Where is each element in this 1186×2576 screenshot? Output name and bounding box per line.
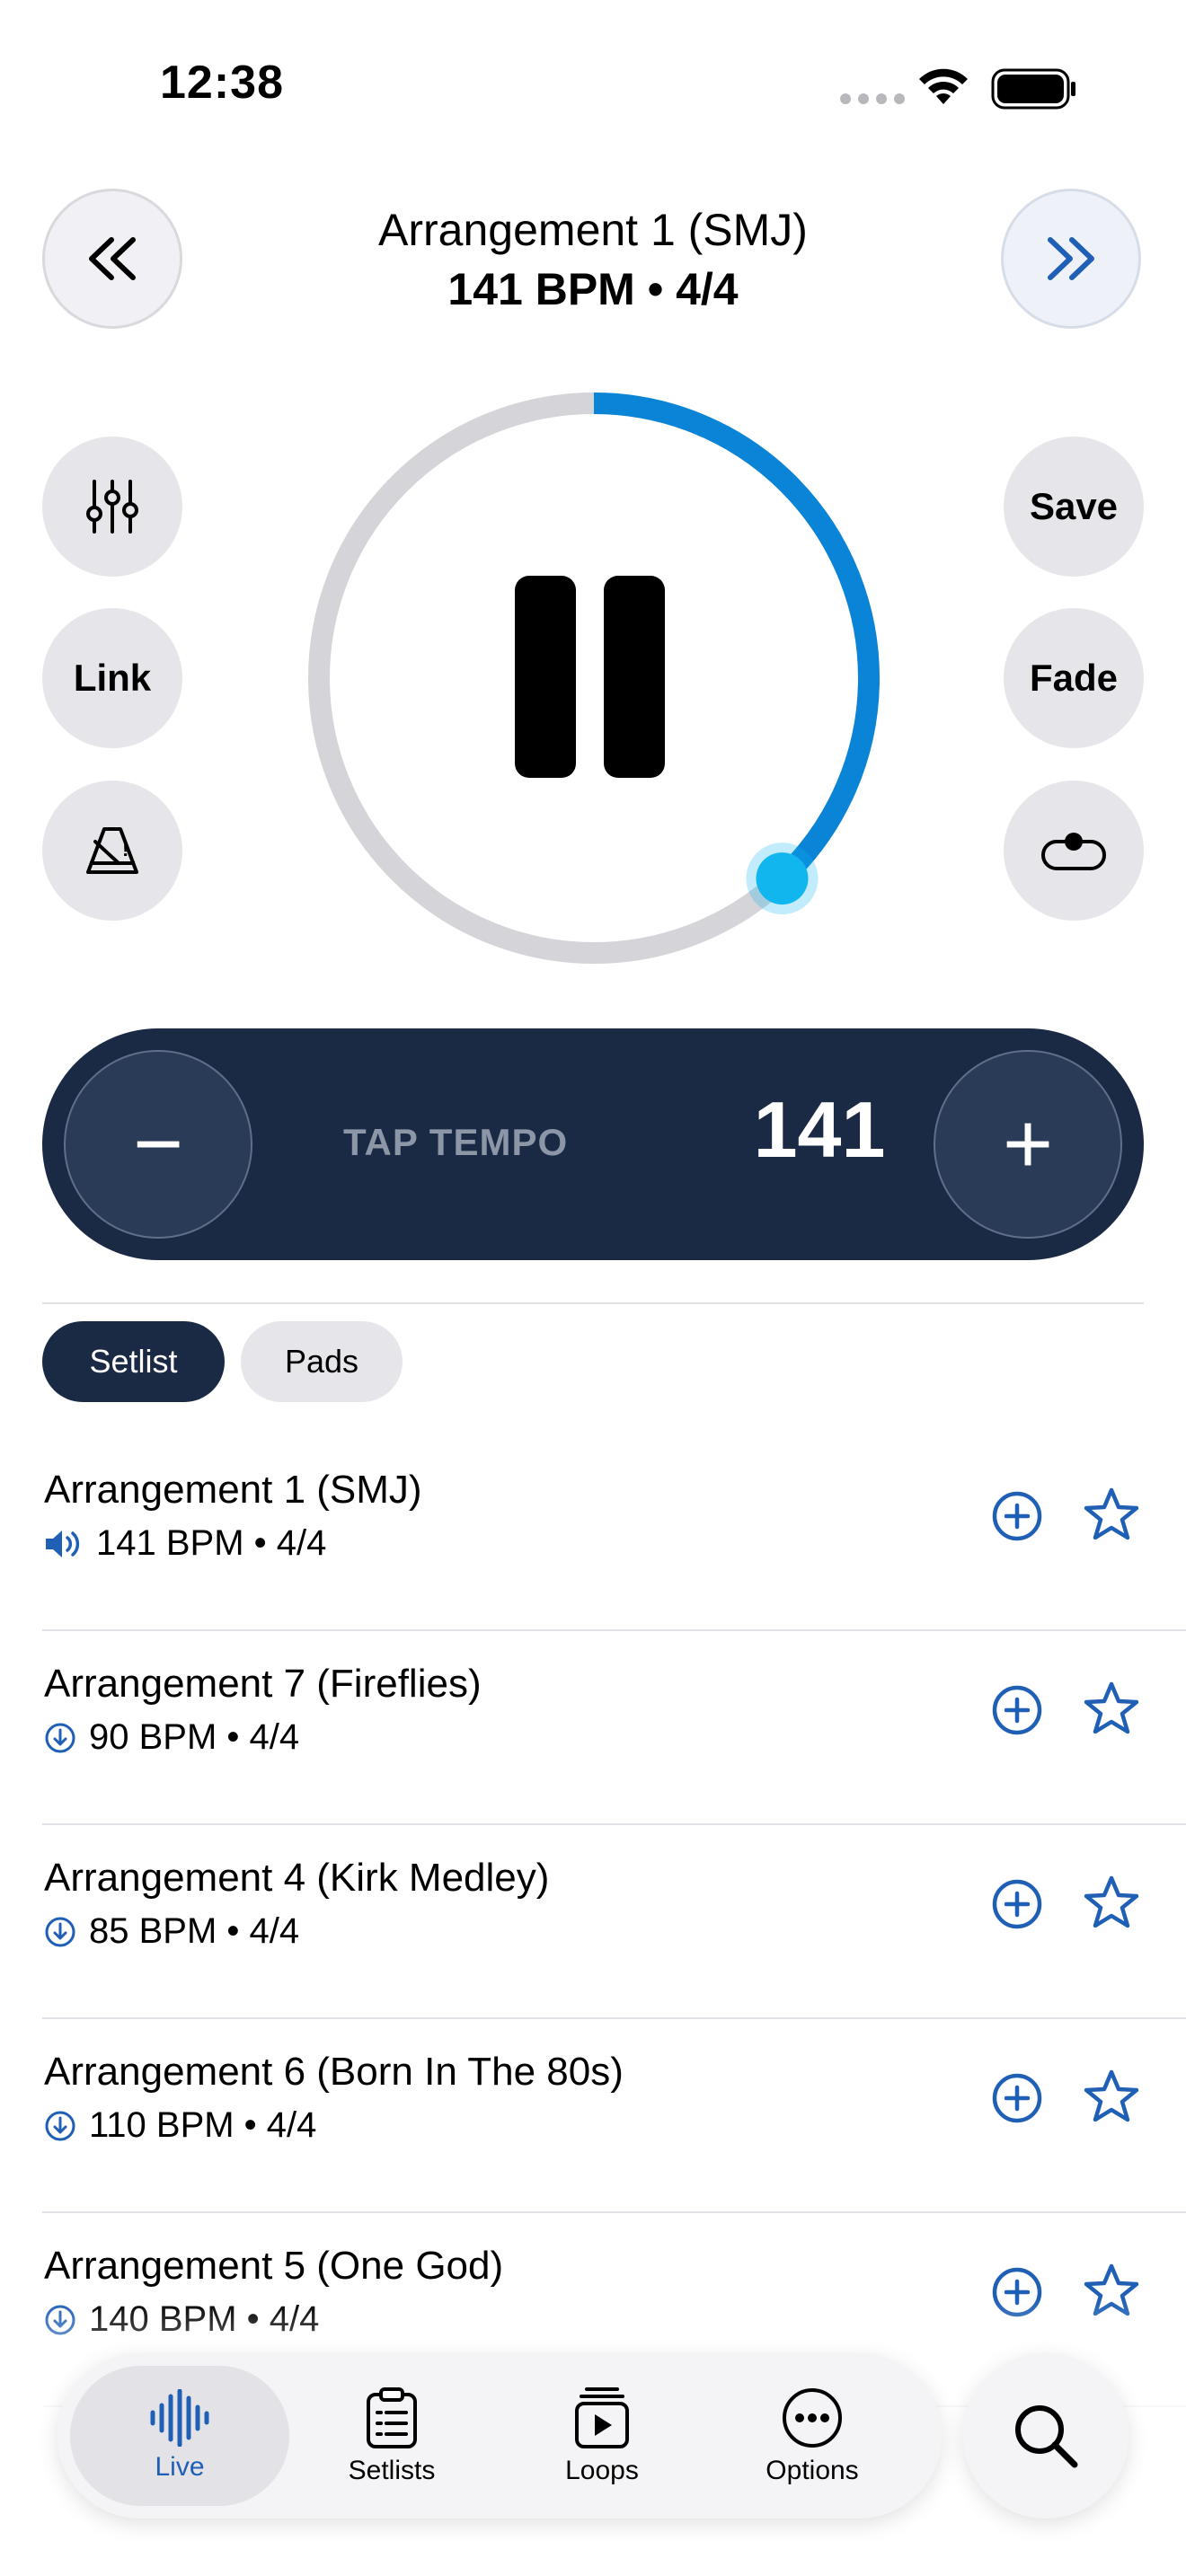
more-options-icon: [783, 2388, 842, 2448]
setlist-row-meta: 110 BPM • 4/4: [44, 2105, 316, 2146]
battery-icon: [991, 68, 1075, 110]
download-icon: [45, 2111, 75, 2140]
plus-circle-icon: [992, 2073, 1042, 2123]
setlist-row-bpm: 141 BPM • 4/4: [96, 1523, 327, 1563]
search-button[interactable]: [963, 2353, 1128, 2519]
plus-circle-icon: [992, 1685, 1042, 1735]
double-chevron-right-icon: [1048, 237, 1094, 280]
tempo-increase-button[interactable]: +: [934, 1050, 1122, 1239]
minus-icon: −: [132, 1096, 184, 1192]
tempo-decrease-button[interactable]: −: [64, 1050, 252, 1239]
song-title-block: Arrangement 1 (SMJ) 141 BPM • 4/4: [234, 201, 952, 320]
plus-circle-icon: [992, 1879, 1042, 1929]
song-title: Arrangement 1 (SMJ): [378, 205, 808, 255]
plus-circle-icon: [992, 1491, 1042, 1541]
fade-button[interactable]: Fade: [1004, 608, 1144, 748]
segment-pads[interactable]: Pads: [241, 1321, 403, 1402]
double-chevron-left-icon: [89, 237, 136, 280]
tab-loops-label: Loops: [565, 2456, 639, 2485]
favorite-button[interactable]: [1082, 1874, 1141, 1937]
metronome-icon: !: [86, 827, 138, 874]
tab-loops[interactable]: Loops: [492, 2366, 712, 2506]
setlist-row-title: Arrangement 1 (SMJ): [44, 1468, 422, 1512]
link-button[interactable]: Link: [42, 608, 182, 748]
add-to-setlist-button[interactable]: [990, 1877, 1044, 1936]
tab-bar: Live Setlists Loops Options: [58, 2353, 942, 2519]
loop-toggle-button[interactable]: [1004, 781, 1144, 921]
playback-progress-dial[interactable]: [302, 386, 886, 970]
metronome-button[interactable]: !: [42, 781, 182, 921]
add-to-setlist-button[interactable]: [990, 1683, 1044, 1742]
star-icon: [1084, 2069, 1139, 2122]
cellular-signal-icon: [840, 93, 905, 104]
add-to-setlist-button[interactable]: [990, 2071, 1044, 2130]
star-icon: [1084, 1681, 1139, 1734]
tap-tempo-label[interactable]: TAP TEMPO: [343, 1121, 568, 1164]
setlist-row-bpm: 110 BPM • 4/4: [89, 2105, 317, 2145]
section-divider: [42, 1302, 1144, 1304]
tab-options-label: Options: [766, 2456, 859, 2485]
download-icon: [45, 1917, 75, 1946]
link-button-label: Link: [73, 657, 152, 699]
pause-icon-right-bar: [604, 576, 665, 778]
download-icon: [45, 1723, 75, 1752]
previous-song-button[interactable]: [42, 189, 182, 329]
segment-setlist-label: Setlist: [89, 1343, 178, 1380]
setlist-row-meta: 85 BPM • 4/4: [44, 1911, 299, 1952]
speaker-icon: [46, 1530, 80, 1557]
tap-tempo-bar[interactable]: − TAP TEMPO 141 +: [42, 1028, 1144, 1260]
setlist-row-title: Arrangement 4 (Kirk Medley): [44, 1856, 550, 1900]
tab-setlists-label: Setlists: [348, 2456, 436, 2485]
setlist-row-meta: 141 BPM • 4/4: [44, 1523, 326, 1564]
now-playing-header: Arrangement 1 (SMJ) 141 BPM • 4/4: [0, 189, 1186, 332]
song-meta: 141 BPM • 4/4: [447, 264, 739, 314]
setlist-row[interactable]: Arrangement 1 (SMJ) 141 BPM • 4/4: [0, 1437, 1186, 1631]
save-button-label: Save: [1029, 485, 1119, 527]
next-song-button[interactable]: [1001, 189, 1141, 329]
setlist-row-title: Arrangement 5 (One God): [44, 2244, 504, 2288]
star-icon: [1084, 1875, 1139, 1928]
segment-pads-label: Pads: [284, 1343, 359, 1380]
svg-text:!: !: [122, 838, 128, 860]
search-icon: [1015, 2405, 1078, 2468]
segment-setlist[interactable]: Setlist: [42, 1321, 225, 1402]
favorite-button[interactable]: [1082, 1680, 1141, 1743]
waveform-icon: [150, 2389, 209, 2447]
setlist-row[interactable]: Arrangement 6 (Born In The 80s) 110 BPM •…: [0, 2019, 1186, 2213]
status-time: 12:38: [160, 57, 284, 109]
tab-options[interactable]: Options: [703, 2366, 922, 2506]
setlist-row-bpm: 90 BPM • 4/4: [89, 1717, 300, 1757]
setlist-row-meta: 90 BPM • 4/4: [44, 1717, 299, 1758]
star-icon: [1084, 1487, 1139, 1540]
clipboard-list-icon: [367, 2387, 417, 2448]
tab-setlists[interactable]: Setlists: [282, 2366, 501, 2506]
pause-icon-left-bar: [515, 576, 576, 778]
setlist-row-bpm: 85 BPM • 4/4: [89, 1911, 300, 1951]
status-bar: 12:38: [0, 0, 1186, 171]
tab-live[interactable]: Live: [70, 2366, 289, 2506]
mixer-button[interactable]: [42, 437, 182, 577]
add-to-setlist-button[interactable]: [990, 1489, 1044, 1548]
setlist-row[interactable]: Arrangement 4 (Kirk Medley) 85 BPM • 4/4: [0, 1825, 1186, 2019]
setlist-row-title: Arrangement 7 (Fireflies): [44, 1662, 482, 1706]
save-button[interactable]: Save: [1004, 437, 1144, 577]
tab-live-label: Live: [155, 2452, 205, 2482]
sliders-icon: [86, 480, 138, 534]
setlist-row[interactable]: Arrangement 7 (Fireflies) 90 BPM • 4/4: [0, 1631, 1186, 1825]
favorite-button[interactable]: [1082, 2068, 1141, 2131]
setlist-list: Arrangement 1 (SMJ) 141 BPM • 4/4 Arrangem…: [0, 1437, 1186, 2407]
wifi-icon: [919, 68, 968, 104]
tempo-bpm-value: 141: [753, 1085, 886, 1174]
setlist-row-title: Arrangement 6 (Born In The 80s): [44, 2050, 624, 2094]
pause-button[interactable]: [515, 576, 665, 778]
loop-toggle-icon: [1041, 833, 1106, 870]
plus-icon: +: [1002, 1096, 1054, 1192]
favorite-button[interactable]: [1082, 1486, 1141, 1549]
fade-button-label: Fade: [1029, 657, 1119, 699]
stacked-play-icon: [575, 2387, 629, 2448]
progress-knob[interactable]: [756, 852, 809, 905]
